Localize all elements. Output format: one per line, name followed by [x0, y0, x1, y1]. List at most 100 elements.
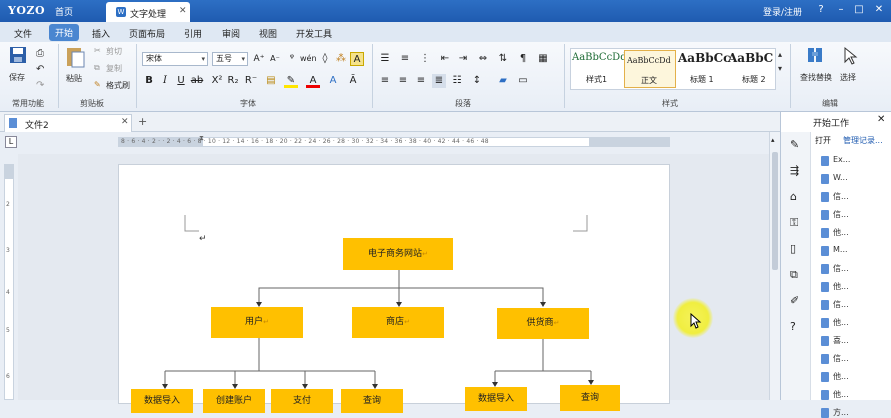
superscript-icon[interactable]: X² [210, 74, 224, 88]
close-window-button[interactable]: ✕ [872, 3, 886, 17]
style-item[interactable]: AaBbCc 标题 1 [678, 50, 730, 88]
grow-font-icon[interactable]: A⁺ [252, 52, 266, 66]
chart-node-supplier-import[interactable]: 数据导入 [465, 387, 527, 411]
menu-review[interactable]: 审阅 [222, 27, 240, 40]
document-page[interactable]: ↵ 电子商务网站↵ 用户↵ 商店↵ 供货商↵ 数据导入 创建账户 支付 查询 数… [118, 164, 670, 413]
undo-icon[interactable]: ↶ [36, 64, 44, 75]
style-scroll-up-icon[interactable]: ▴ [778, 50, 782, 59]
adjust-icon[interactable]: ⇶ [790, 164, 799, 177]
recent-file-item[interactable]: 信... [833, 353, 849, 364]
font-color-bar-icon[interactable]: ᵠ [285, 52, 299, 66]
borders-icon[interactable]: ▦ [536, 52, 550, 66]
recent-file-item[interactable]: 他... [833, 389, 849, 400]
underline-icon[interactable]: U [174, 74, 188, 88]
shading-icon[interactable]: ▤ [264, 74, 278, 88]
select-icon[interactable] [842, 46, 858, 66]
lock-icon[interactable]: ⚿ [790, 216, 798, 230]
paragraph-border-icon[interactable]: ▭ [516, 74, 530, 88]
underline-style-icon[interactable]: R⁻ [244, 74, 258, 88]
recent-file-item[interactable]: 信... [833, 209, 849, 220]
copy-label[interactable]: 复制 [106, 63, 122, 74]
menu-view[interactable]: 视图 [259, 27, 277, 40]
pane-tab-manage[interactable]: 管理记录... [843, 135, 883, 146]
minimize-button[interactable]: – [834, 3, 848, 17]
chart-node-user[interactable]: 用户↵ [211, 307, 303, 338]
menu-file[interactable]: 文件 [14, 27, 32, 40]
multilevel-list-icon[interactable]: ⋮ [418, 52, 432, 66]
new-tab-icon[interactable]: + [138, 115, 147, 128]
distributed-icon[interactable]: ☷ [450, 74, 464, 88]
paste-icon[interactable] [64, 45, 86, 69]
recent-file-item[interactable]: 信... [833, 299, 849, 310]
style-item-selected[interactable]: AaBbCcDd 正文 [624, 50, 676, 88]
pinyin-icon[interactable]: wén [300, 52, 317, 66]
help-pane-icon[interactable]: ? [790, 320, 796, 333]
recent-file-item[interactable]: 喜... [833, 335, 849, 346]
style-item[interactable]: AaBbC 标题 2 [728, 50, 774, 88]
copy-icon[interactable]: ⧉ [94, 63, 100, 73]
font-name-select[interactable]: 宋体 ▾ [142, 52, 208, 66]
recent-file-item[interactable]: W... [833, 173, 848, 182]
vertical-scrollbar[interactable]: ▴ [769, 132, 780, 400]
pane-tab-open[interactable]: 打开 [815, 135, 831, 146]
pane-close-icon[interactable]: ✕ [877, 114, 885, 125]
close-tab-icon[interactable]: ✕ [179, 6, 187, 16]
text-highlight-icon[interactable]: A [350, 52, 364, 66]
chart-node-create-account[interactable]: 创建账户 [203, 389, 265, 413]
home-tab[interactable]: 首页 [55, 5, 73, 18]
font-size-select[interactable]: 五号 ▾ [212, 52, 248, 66]
line-spacing-icon[interactable]: ↕ [470, 74, 484, 88]
document-tab[interactable]: 文件2 ✕ [4, 114, 132, 132]
align-right-icon[interactable]: ≡ [414, 74, 428, 88]
align-center-icon[interactable]: ≡ [396, 74, 410, 88]
vertical-ruler-strip[interactable]: 2 3 4 5 6 [4, 164, 14, 400]
char-shading-icon[interactable]: ⁂ [334, 52, 348, 66]
menu-insert[interactable]: 插入 [92, 27, 110, 40]
chart-node-root[interactable]: 电子商务网站↵ [343, 238, 453, 270]
chart-node-supplier-query[interactable]: 查询 [560, 385, 620, 411]
style-item[interactable]: AaBbCcDd 样式1 [572, 50, 627, 88]
align-left-icon[interactable]: ≡ [378, 74, 392, 88]
format-painter-icon[interactable]: ✎ [94, 80, 101, 89]
recent-file-item[interactable]: 他... [833, 317, 849, 328]
copy-pane-icon[interactable]: ⧉ [790, 268, 798, 282]
recent-file-item[interactable]: 他... [833, 227, 849, 238]
chart-node-data-import[interactable]: 数据导入 [131, 389, 193, 413]
edit-pane-icon[interactable]: ✐ [790, 294, 799, 307]
recent-file-item[interactable]: M... [833, 245, 848, 254]
show-marks-icon[interactable]: ¶ [516, 52, 530, 66]
justify-icon[interactable]: ≣ [432, 74, 446, 88]
paragraph-shading-icon[interactable]: ▰ [496, 74, 510, 88]
scroll-up-icon[interactable]: ▴ [771, 136, 775, 144]
maximize-button[interactable]: □ [852, 3, 866, 17]
format-painter-label[interactable]: 格式刷 [106, 80, 130, 91]
pen-icon[interactable]: ✎ [790, 138, 799, 151]
recent-file-item[interactable]: 信... [833, 263, 849, 274]
login-link[interactable]: 登录/注册 [763, 5, 802, 18]
highlight-color-icon[interactable]: ✎ [284, 74, 298, 88]
menu-developer[interactable]: 开发工具 [296, 27, 332, 40]
font-color-icon[interactable]: A [306, 74, 320, 88]
numbering-icon[interactable]: ≡ [398, 52, 412, 66]
bold-icon[interactable]: B [142, 74, 156, 88]
menu-page-layout[interactable]: 页面布局 [129, 27, 165, 40]
close-document-icon[interactable]: ✕ [121, 117, 129, 127]
bullets-icon[interactable]: ☰ [378, 52, 392, 66]
cut-label[interactable]: 剪切 [106, 46, 122, 57]
subscript-icon[interactable]: R₂ [226, 74, 240, 88]
indent-marker-icon[interactable]: ⧗ [199, 134, 204, 143]
find-replace-icon[interactable] [806, 46, 824, 66]
chart-node-query[interactable]: 查询 [341, 389, 403, 413]
recent-file-item[interactable]: 方... [833, 407, 849, 418]
scroll-thumb[interactable] [772, 152, 778, 270]
chinese-layout-icon[interactable]: ⇔ [476, 52, 490, 66]
redo-icon[interactable]: ↷ [36, 80, 44, 91]
increase-indent-icon[interactable]: ⇥ [456, 52, 470, 66]
char-scale-icon[interactable]: Ā [346, 74, 360, 88]
save-icon[interactable] [8, 45, 28, 65]
document-app-tab[interactable]: W 文字处理 ✕ [106, 2, 190, 22]
chart-node-store[interactable]: 商店↵ [352, 307, 444, 338]
chart-node-supplier[interactable]: 供货商↵ [497, 308, 589, 339]
clear-format-icon[interactable]: ◊ [318, 52, 332, 66]
bookmark-icon[interactable]: ▯ [790, 242, 796, 255]
